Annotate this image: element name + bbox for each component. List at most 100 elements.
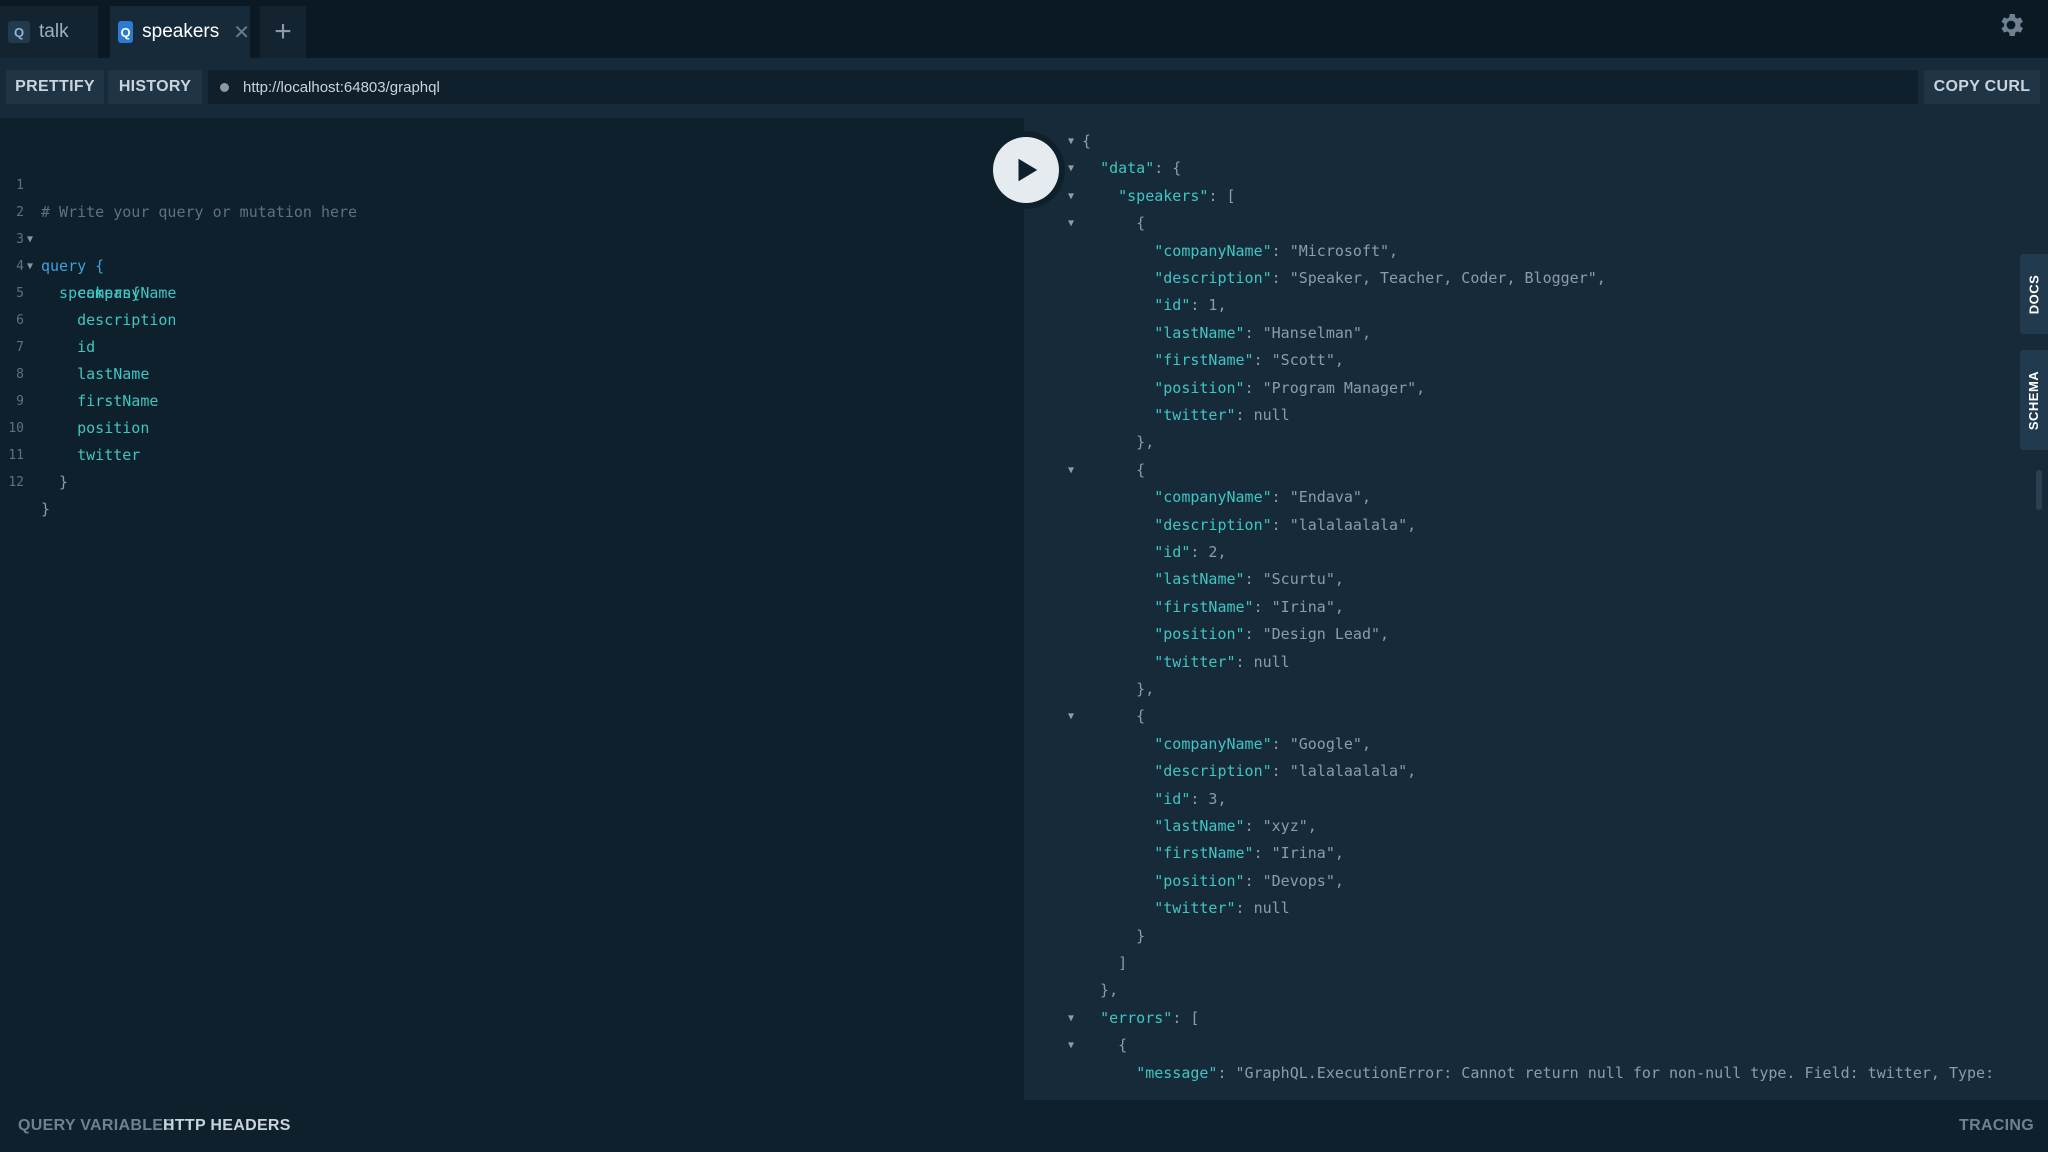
result-line-text: }, — [1082, 981, 1119, 1000]
result-line: ▼ { — [1068, 210, 1146, 237]
result-line: ▼{ — [1068, 128, 1091, 155]
result-line-text: "firstName": "Scott", — [1154, 351, 1344, 370]
play-icon — [1018, 158, 1038, 182]
result-line: "id": 3, — [1082, 786, 1227, 813]
result-line: } — [1082, 923, 1145, 950]
result-line-text: "description": "lalalaalala", — [1154, 515, 1417, 534]
tab-speakers[interactable]: Q speakers ✕ — [110, 6, 250, 58]
result-line: "firstName": "Scott", — [1082, 347, 1344, 374]
editor-line: 6 id — [16, 313, 96, 356]
result-line-text: { — [1082, 460, 1146, 479]
editor-line: 1 # Write your query or mutation here — [16, 178, 358, 221]
tab-talk[interactable]: Q talk — [0, 6, 98, 58]
result-line-text: "id": 3, — [1154, 789, 1227, 808]
tracing-tab[interactable]: TRACING — [1959, 1100, 2034, 1152]
result-line: "lastName": "Scurtu", — [1082, 566, 1344, 593]
result-line-text: "id": 1, — [1154, 296, 1227, 315]
fold-arrow-icon[interactable]: ▼ — [1068, 457, 1080, 484]
result-line-text: "description": "Speaker, Teacher, Coder,… — [1154, 269, 1606, 287]
result-line-text: "lastName": "Scurtu", — [1154, 570, 1344, 589]
endpoint-url-input[interactable] — [241, 77, 1845, 97]
result-line: "id": 2, — [1082, 539, 1227, 566]
result-line: "twitter": null — [1082, 895, 1290, 922]
result-line: "message": "GraphQL.ExecutionError: Cann… — [1082, 1060, 1994, 1087]
copy-curl-button[interactable]: COPY CURL — [1924, 70, 2040, 104]
query-badge-icon: Q — [118, 21, 134, 43]
result-line: "description": "Speaker, Teacher, Coder,… — [1082, 265, 1606, 292]
result-line-text: "data": { — [1100, 159, 1182, 178]
result-line: ] — [1082, 950, 1127, 977]
editor-line: 8 firstName — [16, 367, 159, 410]
result-line: "description": "lalalaalala", — [1082, 758, 1416, 785]
result-line: ▼ { — [1068, 457, 1146, 484]
editor-line: 12 } — [8, 475, 51, 518]
tab-bar: Q talk Q speakers ✕ + — [0, 0, 2048, 58]
result-line-text: "twitter": null — [1154, 652, 1290, 671]
docs-tab[interactable]: DOCS — [2020, 254, 2048, 334]
result-line-text: "lastName": "xyz", — [1154, 817, 1317, 835]
fold-arrow-icon[interactable]: ▼ — [1068, 703, 1080, 730]
result-line: "companyName": "Microsoft", — [1082, 238, 1398, 265]
result-line-text: "companyName": "Endava", — [1154, 488, 1371, 507]
result-line: "lastName": "xyz", — [1082, 813, 1317, 840]
result-line-text: { — [1082, 1036, 1128, 1055]
result-line-text: "companyName": "Microsoft", — [1154, 241, 1399, 260]
result-viewer: ▼{▼ "data": {▼ "speakers": [▼ { "company… — [1024, 118, 2018, 1100]
editor-line: 5 description — [16, 286, 177, 329]
result-line: "firstName": "Irina", — [1082, 594, 1344, 621]
query-variables-tab[interactable]: QUERY VARIABLES — [18, 1100, 174, 1152]
result-line-text: "position": "Program Manager", — [1154, 378, 1426, 397]
result-line: "description": "lalalaalala", — [1082, 512, 1416, 539]
result-line-text: "errors": [ — [1100, 1008, 1200, 1027]
toolbar: PRETTIFY HISTORY COPY CURL — [0, 58, 2048, 118]
result-line-text: "companyName": "Google", — [1154, 734, 1371, 753]
result-line: }, — [1082, 676, 1154, 703]
result-line: "companyName": "Endava", — [1082, 484, 1371, 511]
editor-line: 2 ▼ query { — [16, 205, 105, 275]
schema-tab[interactable]: SCHEMA — [2020, 350, 2048, 450]
editor-line: 11 } — [8, 448, 69, 491]
run-button[interactable] — [993, 137, 1059, 203]
bottom-bar: QUERY VARIABLES HTTP HEADERS TRACING — [0, 1100, 2048, 1152]
fold-arrow-icon[interactable]: ▼ — [1068, 210, 1080, 237]
fold-arrow-icon[interactable]: ▼ — [1068, 183, 1080, 210]
http-headers-tab[interactable]: HTTP HEADERS — [163, 1100, 291, 1152]
close-icon[interactable]: ✕ — [233, 20, 250, 45]
tab-label: talk — [39, 21, 69, 42]
editor-line: 3 ▼ speakers{ — [16, 232, 141, 302]
editor-line: 7 lastName — [16, 340, 150, 383]
result-line: ▼ { — [1068, 703, 1145, 730]
result-line-text: "speakers": [ — [1118, 186, 1236, 205]
result-line-text: }, — [1082, 680, 1155, 698]
history-button[interactable]: HISTORY — [108, 70, 202, 104]
gear-icon[interactable] — [1996, 10, 2026, 40]
add-tab-button[interactable]: + — [260, 6, 306, 58]
prettify-button[interactable]: PRETTIFY — [6, 70, 104, 104]
result-line: "lastName": "Hanselman", — [1082, 320, 1371, 347]
result-line-text: "firstName": "Irina", — [1154, 597, 1344, 616]
result-line-text: "firstName": "Irina", — [1154, 844, 1344, 863]
result-line-text: "twitter": null — [1154, 899, 1290, 918]
result-line: "position": "Devops", — [1082, 868, 1344, 895]
result-line-text: "description": "lalalaalala", — [1154, 762, 1417, 781]
fold-arrow-icon[interactable]: ▼ — [1068, 1005, 1080, 1032]
endpoint-url-bar — [208, 70, 1918, 104]
fold-arrow-icon[interactable]: ▼ — [1068, 155, 1080, 182]
editor-line: 4 companyName — [16, 259, 177, 302]
result-line-text: { — [1082, 214, 1146, 233]
query-badge-icon: Q — [8, 21, 30, 43]
result-line-text: }, — [1082, 433, 1155, 452]
scrollbar[interactable] — [2036, 470, 2042, 510]
result-line-text: "id": 2, — [1154, 543, 1227, 561]
result-line: "twitter": null — [1082, 402, 1289, 429]
result-line: "position": "Program Manager", — [1082, 375, 1425, 402]
query-editor[interactable]: 1 # Write your query or mutation here 2 … — [0, 118, 1024, 1100]
result-line: ▼ { — [1068, 1032, 1128, 1059]
editor-line: 10 twitter — [8, 421, 141, 464]
fold-arrow-icon[interactable]: ▼ — [1068, 1032, 1080, 1059]
fold-arrow-icon[interactable]: ▼ — [1068, 128, 1080, 155]
result-line: "id": 1, — [1082, 292, 1227, 319]
result-line: "position": "Design Lead", — [1082, 621, 1389, 648]
result-line-text: ] — [1082, 954, 1128, 972]
status-dot-icon — [220, 82, 229, 92]
